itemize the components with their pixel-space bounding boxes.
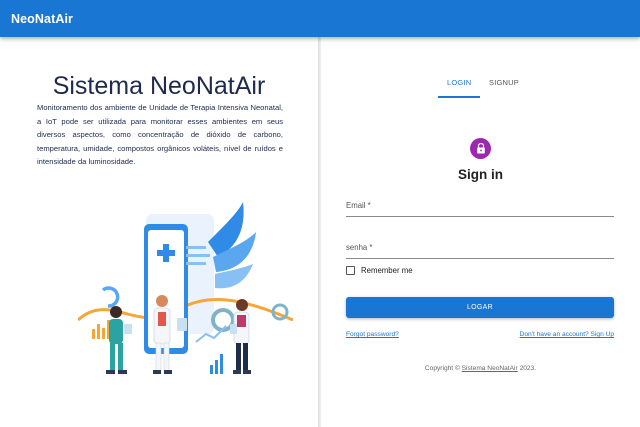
tab-login[interactable]: LOGIN: [438, 74, 480, 98]
email-field[interactable]: Email *: [346, 197, 614, 217]
brand-title: NeoNatAir: [11, 11, 74, 26]
password-field[interactable]: senha *: [346, 239, 614, 259]
signin-heading: Sign in: [458, 167, 503, 182]
intro-title: Sistema NeoNatAir: [52, 72, 266, 100]
medical-team-illustration: [78, 202, 294, 374]
password-input[interactable]: [346, 239, 614, 258]
app-bar: NeoNatAir: [0, 0, 640, 37]
lock-avatar: [470, 138, 491, 159]
copyright: Copyright © Sistema NeoNatAir 2023.: [321, 365, 640, 372]
remember-label: Remember me: [361, 266, 413, 275]
copyright-link[interactable]: Sistema NeoNatAir: [462, 365, 518, 372]
signup-link[interactable]: Don't have an account? Sign Up: [520, 331, 614, 338]
auth-panel: LOGIN SIGNUP Sign in Email * senha * Rem…: [321, 37, 640, 427]
intro-panel: Sistema NeoNatAir Monitoramento dos ambi…: [0, 37, 318, 427]
auth-tabs: LOGIN SIGNUP: [438, 74, 528, 98]
tab-signup[interactable]: SIGNUP: [480, 74, 528, 98]
email-input[interactable]: [346, 197, 614, 216]
lock-icon: [476, 143, 485, 154]
checkbox-icon[interactable]: [346, 266, 355, 275]
copyright-prefix: Copyright ©: [424, 365, 462, 372]
login-button[interactable]: LOGAR: [346, 297, 614, 318]
forgot-password-link[interactable]: Forgot password?: [346, 331, 399, 338]
remember-me[interactable]: Remember me: [346, 266, 413, 275]
intro-description: Monitoramento dos ambiente de Unidade de…: [37, 103, 283, 167]
copyright-suffix: 2023.: [517, 365, 537, 372]
